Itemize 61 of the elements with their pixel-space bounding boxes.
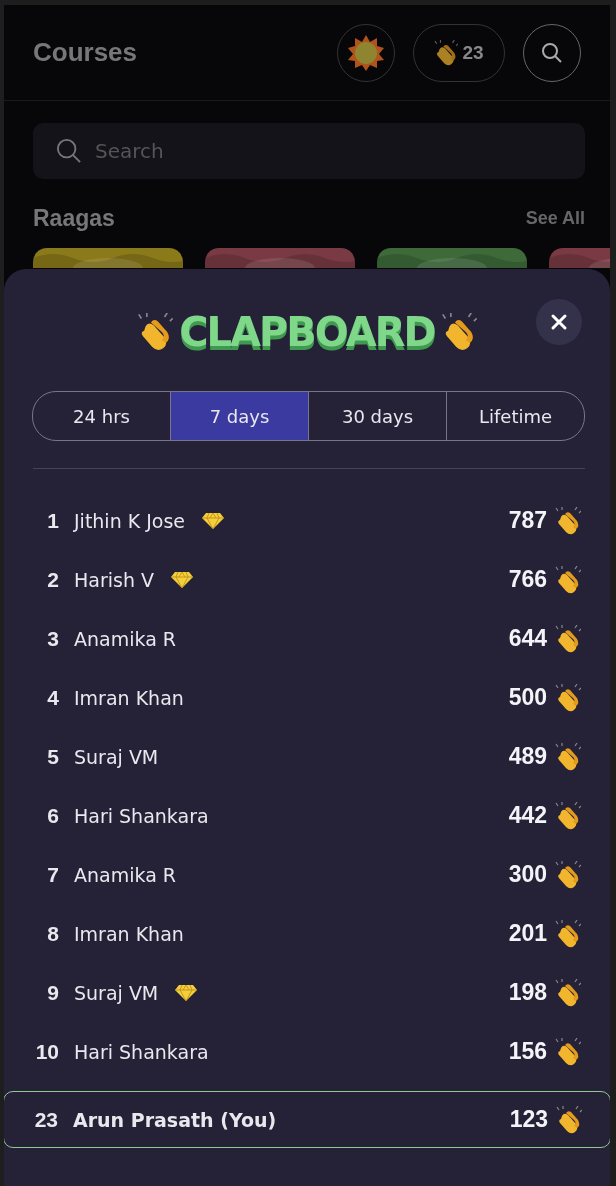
rank-number: 3 [46,626,59,651]
clap-score: 766 [508,566,547,593]
clap-score: 442 [508,802,547,829]
user-name: Jithin K Jose [74,509,186,532]
clap-score: 123 [509,1106,548,1133]
clapping-hands-icon [440,313,477,351]
page-title: Courses [33,37,138,68]
clapping-hands-icon [137,313,174,351]
period-tab[interactable]: 24 hrs [33,392,170,440]
user-name: Anamika R [74,627,177,650]
clap-score: 489 [508,743,547,770]
user-name: Suraj VM [74,981,159,1004]
search-field[interactable]: Search [33,123,585,179]
user-name: Anamika R [74,863,177,886]
clapping-hands-icon [555,683,581,712]
user-name: Harish V [74,568,154,591]
clapping-hands-icon [555,742,581,771]
search-icon [540,40,564,65]
rank-number: 9 [46,980,59,1005]
clapping-hands-icon [555,506,581,535]
clap-score: 787 [508,507,547,534]
clap-score: 644 [508,625,547,652]
clapping-hands-icon [555,860,581,889]
user-name: Suraj VM [74,745,159,768]
rank-number: 6 [46,803,59,828]
rank-number: 10 [34,1039,59,1064]
clapping-hands-icon [555,801,581,830]
clap-score: 300 [508,861,547,888]
rank-number: 2 [46,567,59,592]
clapping-hands-icon [556,1105,582,1134]
user-name: Imran Khan [74,686,184,709]
rank-number: 5 [46,744,59,769]
rank-number: 8 [46,921,59,946]
period-tab[interactable]: 30 days [308,392,446,440]
clapping-hands-icon [555,1037,581,1066]
user-name: Hari Shankara [74,1040,209,1063]
rank-number: 23 [33,1107,58,1132]
close-icon [549,312,569,332]
clapping-hands-icon [555,624,581,653]
period-tab[interactable]: 7 days [170,392,308,440]
clap-score: 201 [508,920,547,947]
clapping-hands-icon [555,565,581,594]
user-name: Arun Prasath (You) [73,1108,277,1131]
clapboard-title: CLAPBOARD [179,309,435,355]
claps-count: 23 [462,41,484,64]
search-icon [55,137,83,165]
clapping-hands-icon [434,39,459,66]
close-button[interactable] [536,299,582,345]
user-name: Imran Khan [74,922,184,945]
section-title: Raagas [33,205,115,232]
rank-number: 4 [46,685,59,710]
clap-score: 156 [508,1038,547,1065]
rank-number: 1 [46,508,59,533]
period-tab[interactable]: Lifetime [446,392,584,440]
clap-score: 198 [508,979,547,1006]
user-name: Hari Shankara [74,804,209,827]
see-all-link[interactable]: See All [525,208,585,229]
clap-score: 500 [508,684,547,711]
rank-number: 7 [46,862,59,887]
clapping-hands-icon [555,919,581,948]
clapping-hands-icon [555,978,581,1007]
